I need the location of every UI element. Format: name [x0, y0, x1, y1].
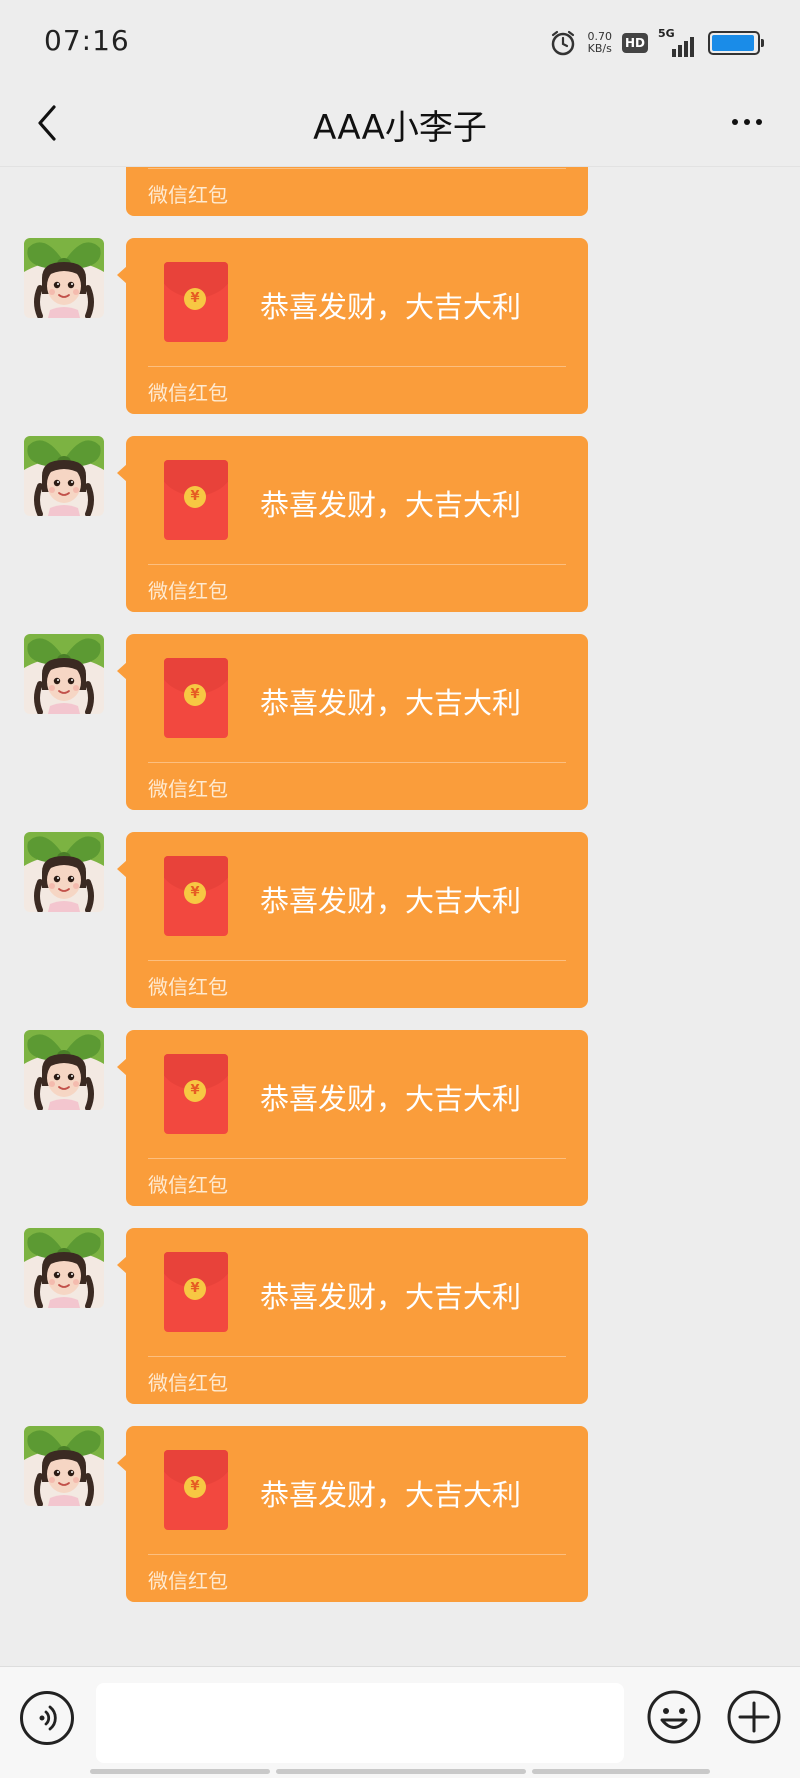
red-packet-footer: 微信红包: [148, 183, 228, 207]
avatar[interactable]: [24, 1030, 104, 1110]
red-packet-footer: 微信红包: [148, 1173, 228, 1197]
emoji-button[interactable]: [646, 1689, 702, 1745]
more-dot: [756, 119, 762, 125]
avatar[interactable]: [24, 238, 104, 318]
avatar[interactable]: [24, 1228, 104, 1308]
red-packet-footer: 微信红包: [148, 975, 228, 999]
bubble-divider: [148, 366, 566, 367]
bubble-divider: [148, 1158, 566, 1159]
input-bar: [0, 1666, 800, 1778]
message-input[interactable]: [96, 1683, 624, 1763]
red-envelope-icon: ¥: [164, 658, 228, 738]
chat-header: AAA小李子: [0, 80, 800, 167]
message-list[interactable]: ¥微信红包¥恭喜发财，大吉大利微信红包¥恭喜发财，大吉大利微信红包¥恭喜发财，大…: [0, 167, 800, 1665]
plus-circle-icon: [727, 1690, 781, 1744]
status-icons: 0.70 KB/s HD 5G: [549, 26, 764, 60]
red-packet-bubble[interactable]: ¥ 恭喜发财，大吉大利微信红包: [117, 238, 588, 414]
avatar[interactable]: [24, 436, 104, 516]
emoji-smile-icon: [647, 1690, 701, 1744]
net-speed: 0.70 KB/s: [587, 31, 612, 55]
hd-badge: HD: [621, 33, 648, 53]
avatar[interactable]: [24, 634, 104, 714]
red-packet-bubble[interactable]: ¥ 恭喜发财，大吉大利微信红包: [117, 1030, 588, 1206]
red-packet-title: 恭喜发财，大吉大利: [260, 686, 522, 720]
red-envelope-icon: ¥: [164, 1054, 228, 1134]
red-packet-bubble[interactable]: ¥微信红包: [126, 167, 588, 216]
red-packet-title: 恭喜发财，大吉大利: [260, 1478, 522, 1512]
red-packet-footer: 微信红包: [148, 777, 228, 801]
chat-screen: 07:16 0.70 KB/s HD 5G AAA小李子 微信红包 ¥ 恭喜发财…: [0, 0, 800, 1778]
message-row: ¥ 恭喜发财，大吉大利微信红包: [0, 832, 800, 1008]
message-row: ¥ 恭喜发财，大吉大利微信红包: [0, 1426, 800, 1602]
message-row: ¥ 恭喜发财，大吉大利微信红包: [0, 238, 800, 414]
status-bar: 07:16 0.70 KB/s HD 5G: [0, 0, 800, 80]
voice-button[interactable]: [20, 1691, 74, 1745]
plus-button[interactable]: [726, 1689, 782, 1745]
red-packet-footer: 微信红包: [148, 1569, 228, 1593]
bubble-divider: [148, 1554, 566, 1555]
red-packet-bubble[interactable]: ¥ 恭喜发财，大吉大利微信红包: [117, 1426, 588, 1602]
red-envelope-icon: ¥: [164, 1252, 228, 1332]
red-packet-footer: 微信红包: [148, 1371, 228, 1395]
red-packet-footer: 微信红包: [148, 579, 228, 603]
red-packet-footer: 微信红包: [148, 381, 228, 405]
more-dot: [744, 119, 750, 125]
red-packet-bubble[interactable]: ¥ 恭喜发财，大吉大利微信红包: [117, 832, 588, 1008]
net-speed-unit: KB/s: [587, 42, 612, 55]
status-time: 07:16: [44, 24, 130, 57]
message-row: ¥ 恭喜发财，大吉大利微信红包: [0, 1030, 800, 1206]
bubble-divider: [148, 564, 566, 565]
red-packet-title: 恭喜发财，大吉大利: [260, 290, 522, 324]
red-envelope-icon: ¥: [164, 460, 228, 540]
alarm-clock-icon: [552, 30, 575, 56]
battery-icon: [708, 31, 764, 55]
red-packet-title: 恭喜发财，大吉大利: [260, 1280, 522, 1314]
bubble-divider: [148, 1356, 566, 1357]
chat-title: AAA小李子: [313, 108, 487, 148]
red-envelope-icon: ¥: [164, 1450, 228, 1530]
red-envelope-icon: ¥: [164, 262, 228, 342]
red-packet-bubble[interactable]: ¥ 恭喜发财，大吉大利微信红包: [117, 436, 588, 612]
message-row: ¥ 恭喜发财，大吉大利微信红包: [0, 634, 800, 810]
red-envelope-icon: ¥: [164, 856, 228, 936]
message-row: ¥ 恭喜发财，大吉大利微信红包: [0, 1228, 800, 1404]
bubble-divider: [148, 762, 566, 763]
bubble-divider: [148, 168, 566, 169]
red-packet-bubble[interactable]: ¥ 恭喜发财，大吉大利微信红包: [117, 1228, 588, 1404]
home-indicator: [90, 1769, 710, 1774]
bubble-divider: [148, 960, 566, 961]
battery-fill: [712, 35, 754, 51]
message-row: ¥微信红包: [0, 167, 800, 216]
red-packet-bubble[interactable]: ¥ 恭喜发财，大吉大利微信红包: [117, 634, 588, 810]
avatar[interactable]: [24, 1426, 104, 1506]
more-button[interactable]: [722, 102, 772, 142]
red-packet-title: 恭喜发财，大吉大利: [260, 1082, 522, 1116]
red-packet-title: 恭喜发财，大吉大利: [260, 884, 522, 918]
more-dot: [732, 119, 738, 125]
message-row: ¥ 恭喜发财，大吉大利微信红包: [0, 436, 800, 612]
voice-icon: [39, 1705, 57, 1731]
signal-icon: 5G: [658, 27, 694, 57]
red-packet-title: 恭喜发财，大吉大利: [260, 488, 522, 522]
avatar[interactable]: [24, 832, 104, 912]
